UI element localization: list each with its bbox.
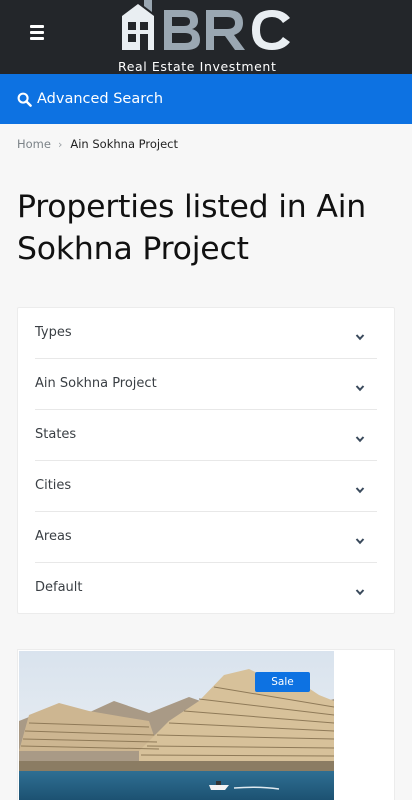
breadcrumb-home-link[interactable]: Home (17, 137, 51, 151)
chevron-down-icon (355, 589, 365, 596)
hamburger-menu-icon[interactable] (26, 22, 48, 42)
breadcrumb: Home › Ain Sokhna Project (17, 137, 178, 151)
breadcrumb-current: Ain Sokhna Project (70, 137, 179, 151)
chevron-down-icon (355, 537, 365, 544)
chevron-right-icon: › (57, 137, 63, 151)
filter-sort-dropdown[interactable]: Default (35, 563, 377, 614)
property-card[interactable] (17, 649, 395, 800)
advanced-search-label: Advanced Search (37, 91, 164, 107)
filter-label: States (35, 426, 77, 442)
advanced-search-button[interactable]: Advanced Search (0, 74, 412, 124)
chevron-down-icon (355, 333, 365, 340)
filter-areas-dropdown[interactable]: Areas (35, 512, 377, 563)
chevron-down-icon (355, 486, 365, 493)
chevron-down-icon (355, 435, 365, 442)
chevron-down-icon (355, 384, 365, 391)
site-header: Real Estate Investment (0, 0, 412, 74)
filter-label: Areas (35, 528, 72, 544)
brc-logo-mark (122, 0, 290, 50)
filter-states-dropdown[interactable]: States (35, 410, 377, 461)
search-icon (17, 92, 32, 107)
search-filters-panel: Types Ain Sokhna Project States Cities A… (17, 307, 395, 614)
filter-types-dropdown[interactable]: Types (35, 308, 377, 359)
site-logo[interactable]: Real Estate Investment (112, 0, 302, 74)
logo-tagline: Real Estate Investment (118, 59, 277, 74)
filter-project-dropdown[interactable]: Ain Sokhna Project (35, 359, 377, 410)
page-title: Properties listed in Ain Sokhna Project (17, 189, 367, 267)
filter-label: Ain Sokhna Project (35, 375, 157, 391)
filter-label: Cities (35, 477, 72, 493)
sale-badge: Sale (255, 672, 310, 692)
filter-cities-dropdown[interactable]: Cities (35, 461, 377, 512)
filter-label: Types (35, 324, 72, 340)
filter-label: Default (35, 580, 83, 595)
